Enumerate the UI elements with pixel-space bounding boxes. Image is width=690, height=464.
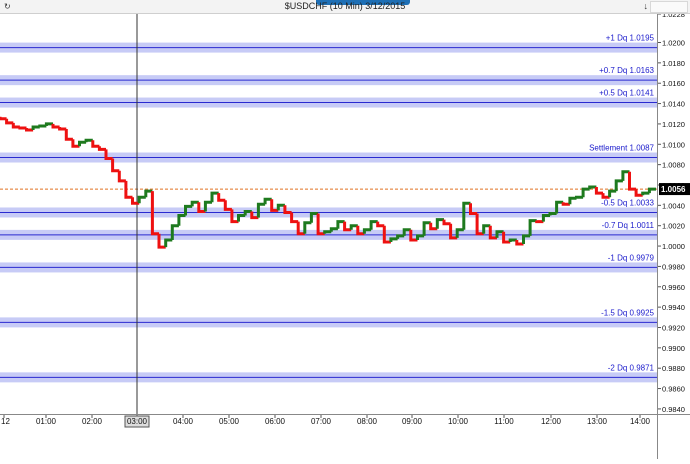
window-controls[interactable] <box>650 1 688 13</box>
x-tick-label: 04:00 <box>173 417 194 426</box>
price-bar <box>647 187 656 194</box>
y-tick-label: 1.0120 <box>662 120 685 129</box>
price-bar <box>376 221 385 228</box>
y-tick-label: 0.9860 <box>662 385 685 394</box>
current-price-label: 1.0056 <box>661 185 686 194</box>
level-label: -2 Dq 0.9871 <box>608 363 655 372</box>
price-bar <box>11 122 20 129</box>
y-tick-label: 1.0160 <box>662 79 685 88</box>
y-tick-label: 1.0080 <box>662 161 685 170</box>
price-bar <box>594 187 603 195</box>
y-tick-label: 1.0020 <box>662 222 685 231</box>
price-bar <box>0 116 7 121</box>
price-bar <box>608 189 617 198</box>
y-tick-label: 0.9940 <box>662 303 685 312</box>
time-axis[interactable]: 12 01:00 02:00 03:00 04:00 05:00 06:00 07:00 08:… <box>0 414 690 459</box>
x-tick-label: 12:00 <box>541 417 562 426</box>
level-label: +0.5 Dq 1.0141 <box>599 89 654 98</box>
level-label: -1 Dq 0.9979 <box>608 253 655 262</box>
x-tick-label: 08:00 <box>357 417 378 426</box>
y-tick-label: 1.0180 <box>662 59 685 68</box>
price-bar <box>442 219 451 226</box>
x-tick-label: 01:00 <box>36 417 57 426</box>
x-tick-label: 07:00 <box>311 417 332 426</box>
level-label: Settlement 1.0087 <box>589 144 654 153</box>
price-bar <box>581 187 590 198</box>
price-bar <box>568 196 577 205</box>
price-bar <box>237 214 246 222</box>
price-bar <box>137 195 146 204</box>
price-bar <box>217 193 226 202</box>
x-tick-label: 10:00 <box>448 417 469 426</box>
x-tick-label: 12 <box>1 417 10 426</box>
price-bar <box>78 140 87 147</box>
y-tick-label: 1.0040 <box>662 201 685 210</box>
x-tick-label: 13:00 <box>587 417 608 426</box>
level-label: -0.5 Dq 1.0033 <box>601 198 654 207</box>
x-tick-label: 14:00 <box>630 417 651 426</box>
y-tick-label: 0.9980 <box>662 262 685 271</box>
x-tick-label: 06:00 <box>265 417 286 426</box>
price-bar <box>91 140 100 148</box>
x-tick-label: 05:00 <box>219 417 240 426</box>
price-bar <box>223 200 232 211</box>
price-bar <box>97 146 106 151</box>
y-tick-label: 0.9920 <box>662 323 685 332</box>
y-tick-label: 1.0228 <box>662 14 685 19</box>
price-bar <box>164 238 173 248</box>
price-bar <box>58 127 67 131</box>
window-titlebar: ↻ $USDCHF (10 Min) 3/12/2015 ↓ <box>0 0 690 14</box>
price-bar <box>389 237 398 242</box>
price-bar <box>117 170 126 183</box>
price-bar <box>51 123 60 129</box>
y-tick-label: 0.9960 <box>662 283 685 292</box>
price-bar <box>628 171 637 191</box>
y-tick-label: 1.0200 <box>662 38 685 47</box>
price-bar <box>575 195 584 199</box>
level-label: -1.5 Dq 0.9925 <box>601 308 654 317</box>
price-bar <box>522 234 531 244</box>
y-tick-label: 1.0000 <box>662 242 685 251</box>
y-tick-label: 1.0100 <box>662 140 685 149</box>
price-bar <box>614 179 623 192</box>
price-bar <box>64 129 73 141</box>
level-label: +0.7 Dq 1.0163 <box>599 66 654 75</box>
price-bar <box>31 125 40 130</box>
x-tick-label: 11:00 <box>494 417 514 426</box>
price-axis[interactable]: 1.0228 1.0200 1.0180 1.0160 1.0140 1.0120 1.01… <box>657 10 690 414</box>
download-icon[interactable]: ↓ <box>644 0 649 13</box>
x-tick-label: 02:00 <box>82 417 103 426</box>
price-bar <box>641 191 650 196</box>
y-tick-label: 1.0140 <box>662 100 685 109</box>
level-label: +1 Dq 1.0195 <box>606 34 655 43</box>
x-tick-label: 03:00 <box>127 417 148 426</box>
price-bar <box>38 124 47 128</box>
x-tick-label: 09:00 <box>402 417 423 426</box>
y-tick-label: 0.9880 <box>662 364 685 373</box>
y-tick-label: 0.9840 <box>662 405 685 414</box>
level-label: -0.7 Dq 1.0011 <box>602 221 655 230</box>
price-bar <box>541 214 550 222</box>
window-title: $USDCHF (10 Min) 3/12/2015 <box>284 1 406 11</box>
price-bar <box>5 118 14 125</box>
price-chart[interactable]: +1 Dq 1.0195 +0.7 Dq 1.0163 +0.5 Dq 1.0141… <box>0 14 658 414</box>
price-bar <box>18 126 27 130</box>
y-tick-label: 0.9900 <box>662 344 685 353</box>
